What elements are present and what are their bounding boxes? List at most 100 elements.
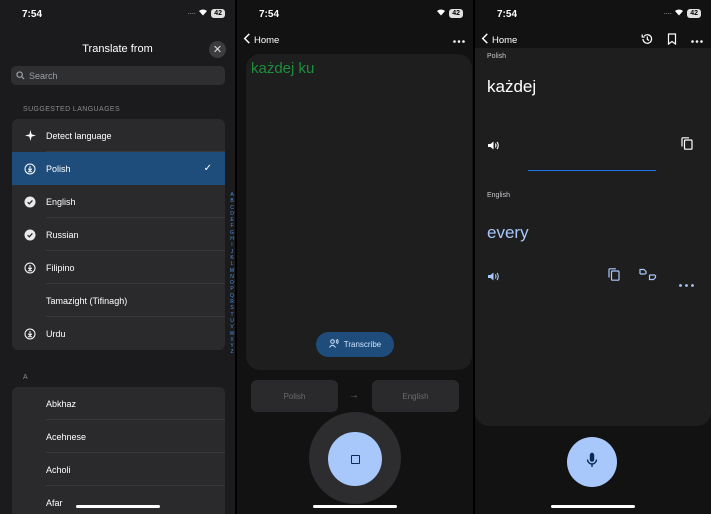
search-input[interactable]	[29, 70, 209, 81]
language-label: Tamazight (Tifinagh)	[46, 295, 128, 306]
status-time: 7:54	[259, 9, 280, 20]
stop-icon	[350, 454, 360, 464]
suggested-languages-label: SUGGESTED LANGUAGES	[23, 106, 121, 113]
alphabet-index-letter[interactable]: Z	[229, 349, 235, 355]
status-bar: 7:54 ···· 42	[475, 0, 711, 30]
speak-translation-button[interactable]	[487, 269, 500, 287]
back-label: Home	[254, 34, 280, 46]
language-item-tamazight[interactable]: Tamazight (Tifinagh)	[12, 284, 225, 317]
more-options-icon[interactable]	[453, 35, 465, 46]
status-bar: 7:54 ···· 42	[0, 0, 235, 30]
top-app-bar: Home	[243, 32, 465, 48]
stop-listening-button[interactable]	[328, 432, 382, 486]
battery-icon: 42	[687, 8, 701, 18]
sparkle-icon	[23, 130, 37, 141]
translation-result-screen: 7:54 ···· 42 Home Polish każdej English …	[475, 0, 711, 514]
wifi-icon	[674, 8, 684, 18]
battery-icon: 42	[449, 8, 463, 18]
more-options-icon	[679, 274, 694, 292]
recognized-input-text: każdej ku	[251, 60, 315, 77]
copy-source-button[interactable]	[681, 137, 693, 155]
back-button[interactable]: Home	[243, 33, 279, 47]
downloaded-check-icon	[23, 229, 37, 241]
language-label: Acholi	[46, 464, 71, 475]
status-time: 7:54	[22, 9, 43, 20]
arrow-right-icon: →	[349, 390, 359, 401]
language-label: English	[46, 196, 76, 207]
more-options-icon[interactable]	[691, 35, 703, 46]
download-icon	[23, 262, 37, 274]
language-label: Abkhaz	[46, 398, 77, 409]
feedback-button[interactable]	[639, 268, 657, 286]
source-language-label: Polish	[487, 53, 507, 60]
back-button[interactable]: Home	[481, 33, 517, 47]
all-languages-list: Abkhaz Acehnese Acholi Afar	[12, 387, 225, 514]
language-item-polish[interactable]: Polish ✓	[12, 152, 225, 185]
close-button[interactable]: ✕	[209, 41, 226, 58]
language-label: Polish	[46, 163, 71, 174]
bookmark-icon[interactable]	[667, 32, 677, 48]
suggested-languages-list: Detect language Polish ✓ English Russian	[12, 119, 225, 350]
more-actions-button[interactable]	[679, 274, 694, 292]
language-label: Detect language	[46, 130, 112, 141]
target-language-label: English	[487, 192, 510, 199]
status-time: 7:54	[497, 9, 518, 20]
wifi-icon	[436, 8, 446, 18]
language-item-filipino[interactable]: Filipino	[12, 251, 225, 284]
transcribe-icon	[328, 338, 339, 350]
source-text: każdej	[487, 77, 537, 96]
chevron-left-icon	[481, 33, 489, 47]
chevron-left-icon	[243, 33, 251, 47]
home-indicator[interactable]	[76, 505, 160, 508]
battery-icon: 42	[211, 8, 225, 18]
home-indicator[interactable]	[551, 505, 635, 508]
language-item-urdu[interactable]: Urdu	[12, 317, 225, 350]
language-item-acehnese[interactable]: Acehnese	[12, 420, 225, 453]
language-label: Filipino	[46, 262, 75, 273]
target-language-button[interactable]: English	[372, 380, 459, 412]
transcribe-label: Transcribe	[343, 340, 382, 349]
language-label: Acehnese	[46, 431, 87, 442]
top-app-bar: Home	[481, 32, 703, 48]
speak-source-button[interactable]	[487, 138, 500, 156]
section-header-a: A	[23, 374, 29, 381]
sheet-title: Translate from	[82, 43, 153, 55]
cellular-icon: ····	[187, 8, 196, 18]
status-bar: 7:54 42	[237, 0, 473, 30]
language-item-detect[interactable]: Detect language	[12, 119, 225, 152]
language-picker-screen: 7:54 ···· 42 Translate from ✕ SUGGESTED …	[0, 0, 235, 514]
language-item-afar[interactable]: Afar	[12, 486, 225, 514]
download-icon	[23, 163, 37, 175]
translated-text: every	[487, 223, 529, 242]
thumbs-feedback-icon	[639, 268, 657, 286]
transcribe-button[interactable]: Transcribe	[316, 332, 394, 357]
search-bar[interactable]	[11, 66, 225, 85]
download-icon	[23, 328, 37, 340]
close-icon: ✕	[212, 44, 223, 56]
language-item-acholi[interactable]: Acholi	[12, 453, 225, 486]
history-icon[interactable]	[641, 33, 653, 48]
input-card	[246, 54, 472, 370]
language-label: Russian	[46, 229, 79, 240]
language-item-russian[interactable]: Russian	[12, 218, 225, 251]
speaker-icon	[487, 269, 500, 287]
language-item-abkhaz[interactable]: Abkhaz	[12, 387, 225, 420]
cellular-icon: ····	[663, 8, 672, 18]
alphabet-index[interactable]: ABCDEFGHIJKLMNOPQRSTUVWXYZ	[229, 192, 235, 356]
source-language-button[interactable]: Polish	[251, 380, 338, 412]
language-label: Afar	[46, 497, 63, 508]
wifi-icon	[198, 8, 208, 18]
back-label: Home	[492, 34, 518, 46]
voice-input-screen: 7:54 42 Home każdej ku Transcribe Polish	[237, 0, 473, 514]
copy-icon	[608, 268, 620, 286]
checkmark-icon: ✓	[203, 163, 212, 174]
copy-translation-button[interactable]	[608, 268, 620, 286]
language-item-english[interactable]: English	[12, 185, 225, 218]
search-icon	[16, 67, 25, 85]
speaker-icon	[487, 138, 500, 156]
divider	[528, 170, 656, 171]
home-indicator[interactable]	[313, 505, 397, 508]
microphone-button[interactable]	[567, 437, 617, 487]
copy-icon	[681, 137, 693, 155]
language-label: Urdu	[46, 328, 66, 339]
